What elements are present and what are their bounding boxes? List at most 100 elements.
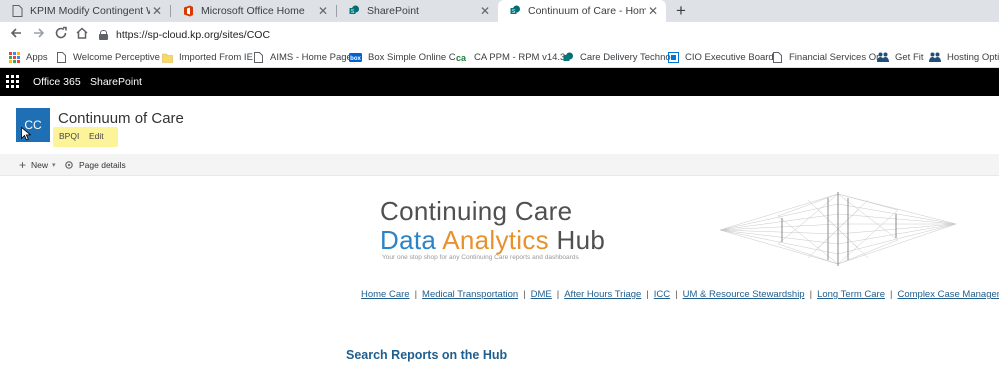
hub-link-row: Home Care | Medical Transportation | DME… [361,289,999,300]
hub-title-word-hub: Hub [556,225,606,255]
chevron-down-icon: ▾ [52,162,56,169]
link-um-resource-stewardship[interactable]: UM & Resource Stewardship [683,289,805,300]
bookmark-label: Box Simple Online C [368,51,456,63]
bookmark-label: Hosting Optio [947,51,999,63]
forward-arrow-icon[interactable] [31,26,47,42]
sharepoint-icon: S [349,5,359,15]
link-icc[interactable]: ICC [654,289,670,300]
tab-sharepoint[interactable]: S SharePoint ✕ [337,0,498,22]
mouse-pointer-icon [21,127,31,141]
browser-toolbar: https://sp-cloud.kp.org/sites/COC [0,22,999,46]
hub-title-line2: Data Analytics Hub [380,225,605,256]
site-header: CC Continuum of Care [0,96,999,154]
tab-continuum-of-care-home[interactable]: S Continuum of Care - Home ✕ [498,0,666,22]
network-graphic [719,192,957,266]
document-icon [57,51,66,63]
bookmark-ca-ppm[interactable]: ca CA PPM - RPM v14.3 [456,50,565,64]
tab-title: SharePoint [367,5,419,17]
sharepoint-link[interactable]: SharePoint [90,68,142,96]
bookmark-cio-executive-board[interactable]: CIO Executive Board [668,50,774,64]
link-separator: | [675,289,678,300]
bookmark-label: Imported From IE [179,51,253,63]
close-icon[interactable]: ✕ [316,4,330,18]
hub-title-word-data: Data [380,225,437,255]
bookmark-aims-home-page[interactable]: AIMS - Home Page [253,50,352,64]
search-reports-heading: Search Reports on the Hub [346,348,508,362]
link-separator: | [414,289,418,300]
link-separator: | [890,289,893,300]
board-icon [668,51,679,63]
bookmark-financial-services[interactable]: Financial Services Or [772,50,879,64]
tab-title: Microsoft Office Home [201,5,305,17]
site-title[interactable]: Continuum of Care [58,110,184,127]
back-arrow-icon[interactable] [8,26,24,42]
app-launcher-icon[interactable] [6,75,19,88]
tab-title: Continuum of Care - Home [528,5,646,17]
office-icon [184,5,193,17]
home-icon[interactable] [74,26,90,42]
link-separator: | [809,289,813,300]
bookmark-label: Apps [26,51,48,63]
link-after-hours-triage[interactable]: After Hours Triage [564,289,641,300]
bookmark-welcome-perceptive[interactable]: Welcome Perceptive [56,50,160,64]
office-365-link[interactable]: Office 365 [33,68,81,96]
plus-icon: + [19,158,27,172]
lock-icon [99,29,108,40]
close-icon[interactable]: ✕ [150,4,164,18]
command-bar: + New ▾ Page details [0,154,999,176]
bookmark-hosting-options[interactable]: Hosting Optio [929,50,999,64]
link-long-term-care[interactable]: Long Term Care [817,289,885,300]
new-label: New [31,160,49,170]
page-details-label: Page details [79,160,126,170]
sharepoint-icon [563,52,573,61]
box-icon: box [349,52,362,62]
office-suite-bar: Office 365 SharePoint [0,68,999,96]
document-icon [254,51,263,63]
new-tab-button[interactable]: + [672,2,690,20]
bookmark-get-fit[interactable]: Get Fit [877,50,924,64]
bookmark-label: Financial Services Or [789,51,880,63]
gear-icon [65,161,73,169]
nav-link-bpqi[interactable]: BPQI [59,131,79,141]
page-details-button[interactable]: Page details [64,154,126,176]
url-text: https://sp-cloud.kp.org/sites/COC [116,28,271,41]
bookmark-label: AIMS - Home Page [270,51,352,63]
bookmark-label: CA PPM - RPM v14.3 [474,51,566,63]
hub-title-line1: Continuing Care [380,196,573,226]
svg-text:box: box [350,56,361,62]
nav-link-edit[interactable]: Edit [89,131,104,141]
link-dme[interactable]: DME [531,289,552,300]
link-separator: | [646,289,649,300]
browser-tab-strip: KPIM Modify Contingent Worker ✕ Microsof… [0,0,999,22]
people-icon [877,52,889,62]
ca-icon: ca [456,53,467,63]
svg-text:ca: ca [456,53,467,63]
link-home-care[interactable]: Home Care [361,289,410,300]
close-icon[interactable]: ✕ [646,4,660,18]
tab-title: KPIM Modify Contingent Worker [30,5,150,17]
new-button[interactable]: + New ▾ [19,154,56,176]
bookmark-box-simple-online[interactable]: box Box Simple Online C [349,50,456,64]
reload-icon[interactable] [53,26,69,42]
link-separator: | [556,289,560,300]
document-icon [12,5,23,17]
document-icon [773,51,782,63]
bookmark-label: CIO Executive Board [685,51,774,63]
bookmark-label: Care Delivery Techno [580,51,671,63]
tab-microsoft-office-home[interactable]: Microsoft Office Home ✕ [171,0,336,22]
tab-kpim-modify-contingent-worker[interactable]: KPIM Modify Contingent Worker ✕ [0,0,170,22]
apps-grid-icon [9,51,20,63]
bookmarks-bar: Apps Welcome Perceptive Imported From IE… [0,46,999,68]
people-icon [929,52,941,62]
link-separator: | [523,289,526,300]
link-medical-transportation[interactable]: Medical Transportation [422,289,518,300]
bookmark-apps[interactable]: Apps [9,50,48,64]
bookmark-label: Welcome Perceptive [73,51,160,63]
folder-icon [162,53,173,63]
hub-title-word-analytics: Analytics [442,225,549,255]
bookmark-imported-from-ie[interactable]: Imported From IE [162,50,253,64]
address-bar[interactable]: https://sp-cloud.kp.org/sites/COC [99,25,999,44]
bookmark-care-delivery-techno[interactable]: Care Delivery Techno [563,50,671,64]
close-icon[interactable]: ✕ [478,4,492,18]
link-complex-case-management[interactable]: Complex Case Management [897,289,999,300]
